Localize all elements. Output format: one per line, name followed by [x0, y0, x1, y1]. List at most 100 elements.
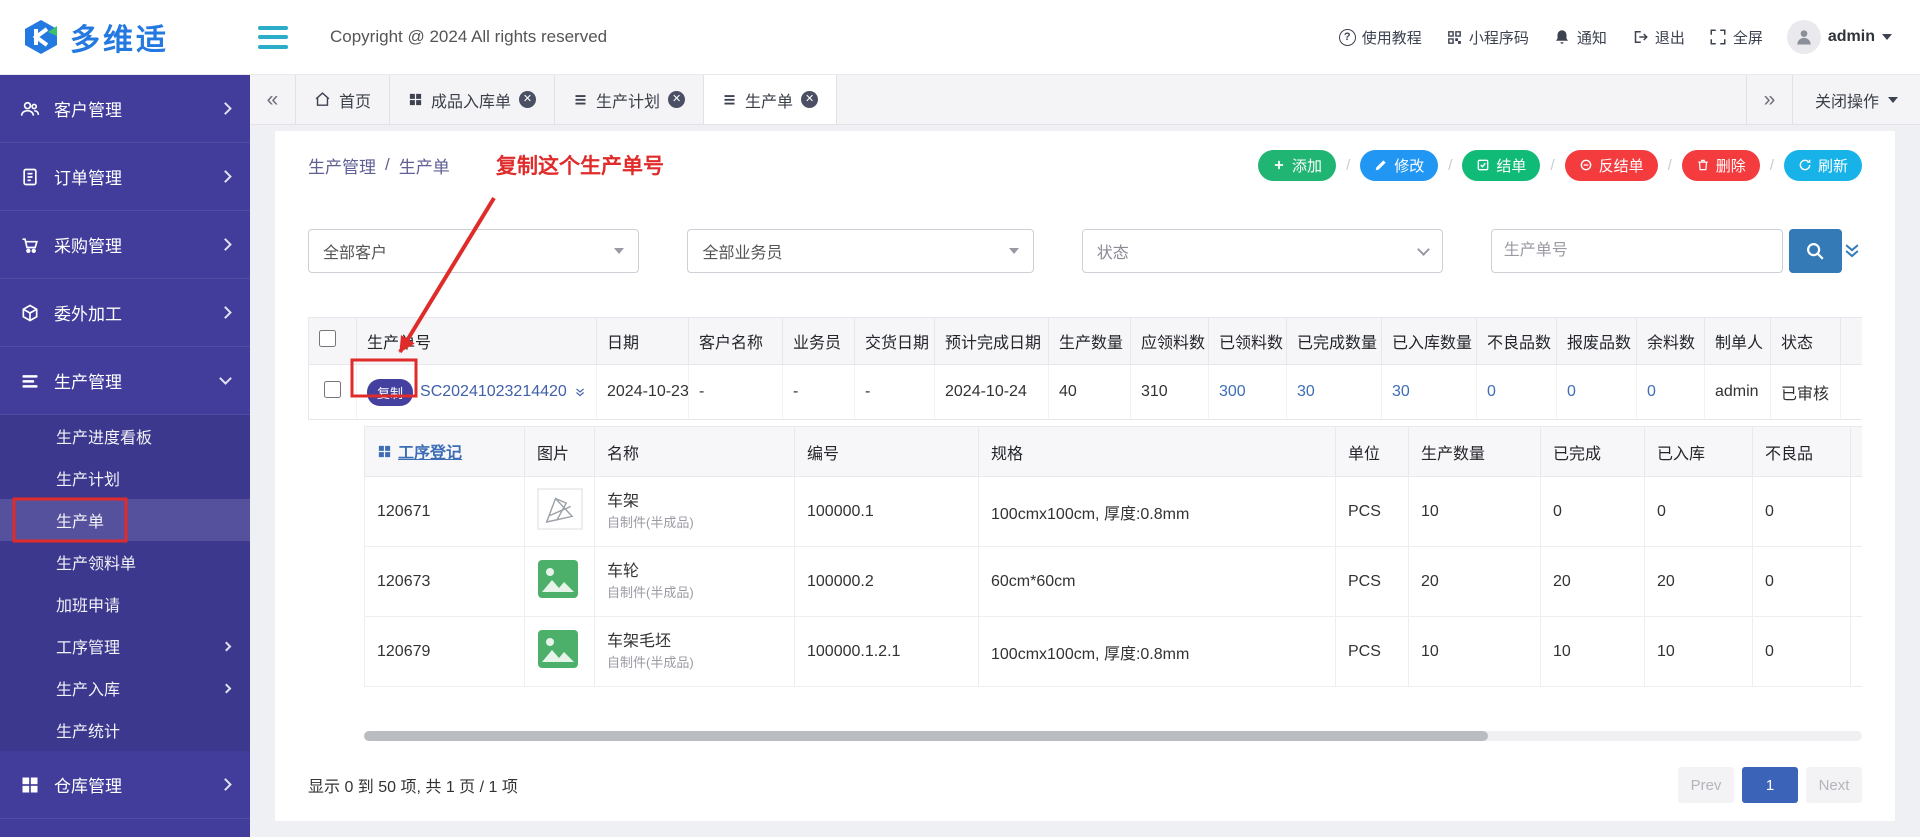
workspace: 生产管理 / 生产单 添加 / 修改 / 结单 / 反结单 / 删除 / 刷新 … [250, 125, 1920, 837]
finish-order-button[interactable]: 结单 [1462, 149, 1541, 181]
notifications-link[interactable]: 通知 [1553, 27, 1607, 48]
item-qty: 10 [1408, 616, 1541, 687]
logout-link[interactable]: 退出 [1631, 27, 1685, 48]
tab-production-order[interactable]: 生产单 ✕ [704, 75, 838, 124]
col-clipped [1840, 317, 1862, 365]
tutorial-link[interactable]: ? 使用教程 [1338, 27, 1422, 48]
item-spec: 100cmx100cm, 厚度:0.8mm [978, 476, 1336, 547]
user-menu[interactable]: admin [1786, 20, 1892, 54]
sidebar-item-customers[interactable]: 客户管理 [0, 75, 250, 143]
sidebar-item-production[interactable]: 生产管理 [0, 347, 250, 415]
username: admin [1827, 28, 1875, 45]
order-detail-panel: 工序登记 图片 名称 编号 规格 单位 生产数量 已完成 已入库 不良品 120… [364, 426, 1862, 713]
order-surplus-link[interactable]: 0 [1636, 364, 1705, 420]
order-scrapped-link[interactable]: 0 [1556, 364, 1637, 420]
item-clipped [1850, 616, 1862, 687]
tab-home[interactable]: 首页 [296, 75, 391, 124]
item-done: 20 [1540, 546, 1645, 617]
brand-name: 多维适 [70, 24, 169, 57]
order-qty: 40 [1048, 364, 1131, 420]
prev-page-button[interactable]: Prev [1678, 767, 1734, 803]
unfinish-order-button[interactable]: 反结单 [1564, 149, 1658, 181]
sidebar-item-production-order[interactable]: 生产单 [0, 499, 250, 541]
subcol-code: 编号 [794, 426, 979, 477]
item-defect: 0 [1752, 616, 1851, 687]
copy-order-no-button[interactable]: 复制 [367, 378, 414, 406]
sidebar-item-process-management[interactable]: 工序管理 [0, 625, 250, 667]
refresh-button[interactable]: 刷新 [1783, 149, 1862, 181]
add-button[interactable]: 添加 [1258, 149, 1337, 181]
sidebar-toggle-button[interactable] [258, 25, 288, 49]
item-spec: 60cm*60cm [978, 546, 1336, 617]
sidebar-item-overtime-request[interactable]: 加班申请 [0, 583, 250, 625]
scrollbar-thumb[interactable] [364, 731, 1488, 741]
delete-button[interactable]: 删除 [1681, 149, 1760, 181]
tabs-scroll-right-button[interactable]: » [1745, 75, 1792, 124]
order-material-received-link[interactable]: 300 [1208, 364, 1287, 420]
salesman-select[interactable]: 全部业务员 [687, 229, 1034, 273]
production-icon [22, 374, 38, 388]
chevron-right-icon [219, 170, 232, 183]
sidebar-item-production-plan[interactable]: 生产计划 [0, 457, 250, 499]
col-surplus: 余料数 [1636, 317, 1705, 365]
order-no-input[interactable] [1490, 229, 1783, 273]
tab-close-icon[interactable]: ✕ [519, 91, 537, 108]
tab-close-icon[interactable]: ✕ [801, 91, 819, 108]
sidebar-item-warehouse[interactable]: 仓库管理 [0, 751, 250, 819]
tab-close-icon[interactable]: ✕ [668, 91, 686, 108]
sketch-image[interactable] [537, 488, 583, 530]
order-no-link[interactable]: SC20241023214420 [420, 383, 567, 401]
tab-production-plan[interactable]: 生产计划 ✕ [555, 75, 705, 124]
fullscreen-label: 全屏 [1732, 29, 1763, 47]
copyright-text: Copyright @ 2024 All rights reserved [330, 27, 608, 46]
subcol-qty: 生产数量 [1408, 426, 1541, 477]
item-stored: 20 [1644, 546, 1753, 617]
page-1-button[interactable]: 1 [1742, 767, 1798, 803]
col-stored: 已入库数量 [1381, 317, 1477, 365]
order-defective-link[interactable]: 0 [1476, 364, 1557, 420]
tab-label: 生产计划 [596, 93, 661, 111]
sidebar-item-production-stats[interactable]: 生产统计 [0, 709, 250, 751]
col-salesman: 业务员 [782, 317, 855, 365]
status-select[interactable]: 状态 [1081, 229, 1443, 273]
brand-logo[interactable]: 多维适 [0, 15, 250, 59]
sub-item-label: 生产统计 [56, 724, 121, 741]
process-register-link[interactable]: 工序登记 [377, 439, 462, 463]
expand-row-icon[interactable] [574, 385, 586, 400]
sidebar-item-orders[interactable]: 订单管理 [0, 143, 250, 211]
search-button[interactable] [1788, 229, 1843, 273]
help-icon: ? [1338, 28, 1356, 46]
order-completed-link[interactable]: 30 [1286, 364, 1382, 420]
sub-item-label: 生产入库 [56, 682, 121, 699]
fullscreen-link[interactable]: 全屏 [1709, 27, 1763, 48]
chevron-down-icon [1882, 34, 1892, 40]
sidebar-item-purchase[interactable]: 采购管理 [0, 211, 250, 279]
select-all-checkbox[interactable] [319, 330, 336, 347]
sidebar-item-production-instock[interactable]: 生产入库 [0, 667, 250, 709]
sidebar-item-production-board[interactable]: 生产进度看板 [0, 415, 250, 457]
next-page-button[interactable]: Next [1806, 767, 1862, 803]
orders-icon [23, 168, 37, 185]
tabs-scroll-left-button[interactable]: « [250, 75, 296, 124]
col-order-no: 生产单号 [356, 317, 597, 365]
order-stored-link[interactable]: 30 [1381, 364, 1477, 420]
close-actions-dropdown[interactable]: 关闭操作 [1791, 75, 1920, 124]
edit-button[interactable]: 修改 [1360, 149, 1439, 181]
customers-icon [20, 101, 40, 116]
breadcrumb-separator: / [385, 155, 390, 174]
horizontal-scrollbar[interactable] [364, 731, 1862, 741]
sidebar-item-outsourcing[interactable]: 委外加工 [0, 279, 250, 347]
sidebar-item-material-request[interactable]: 生产领料单 [0, 541, 250, 583]
row-checkbox[interactable] [324, 381, 341, 398]
qrcode-icon [1447, 30, 1461, 44]
more-filters-toggle[interactable] [1842, 241, 1862, 261]
photo-image[interactable] [537, 559, 579, 599]
breadcrumb-parent[interactable]: 生产管理 [308, 153, 376, 178]
customer-select[interactable]: 全部客户 [308, 229, 640, 273]
list-icon [575, 95, 586, 105]
photo-image[interactable] [537, 629, 579, 669]
miniprogram-qr-link[interactable]: 小程序码 [1446, 27, 1529, 48]
toolbar-separator: / [1346, 156, 1351, 174]
tab-finished-goods-inbound[interactable]: 成品入库单 ✕ [390, 75, 556, 124]
warehouse-icon [22, 777, 38, 792]
